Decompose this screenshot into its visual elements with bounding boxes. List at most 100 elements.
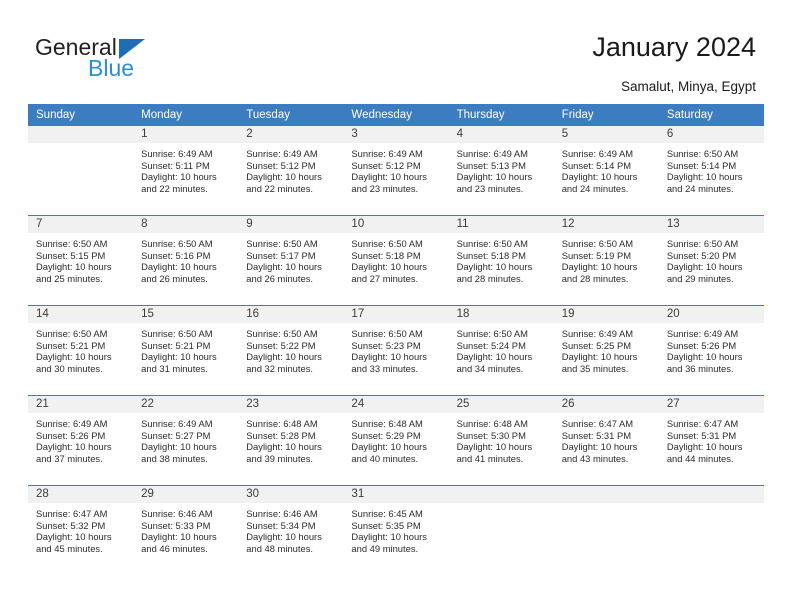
calendar-day-cell[interactable]: 15 Sunrise: 6:50 AM Sunset: 5:21 PM Dayligh… xyxy=(133,305,239,396)
calendar-day-cell[interactable]: 8 Sunrise: 6:50 AM Sunset: 5:16 PM Daylight… xyxy=(133,215,239,306)
daylight-text-line2: and 45 minutes. xyxy=(36,542,103,554)
calendar-day-cell[interactable]: 23 Sunrise: 6:48 AM Sunset: 5:28 PM Dayligh… xyxy=(238,395,344,486)
day-number: 16 xyxy=(238,306,344,323)
day-details: Sunrise: 6:50 AM Sunset: 5:18 PM Daylight:… xyxy=(449,233,554,284)
daylight-text-line1: Daylight: 10 hours xyxy=(141,171,217,183)
calendar-day-cell[interactable]: 18 Sunrise: 6:50 AM Sunset: 5:24 PM Dayligh… xyxy=(448,305,554,396)
sunset-text: Sunset: 5:28 PM xyxy=(246,429,316,441)
sunset-text: Sunset: 5:19 PM xyxy=(561,249,632,261)
day-cell-content: 9 Sunrise: 6:50 AM Sunset: 5:17 PM Daylight… xyxy=(238,216,344,305)
calendar-day-cell[interactable]: 22 Sunrise: 6:49 AM Sunset: 5:27 PM Dayligh… xyxy=(133,395,239,486)
calendar-day-cell[interactable]: 27 Sunrise: 6:47 AM Sunset: 5:31 PM Dayligh… xyxy=(658,395,764,486)
daylight-text-line1: Daylight: 10 hours xyxy=(36,531,112,543)
day-number: 23 xyxy=(238,396,344,413)
calendar-day-cell[interactable]: 31 Sunrise: 6:45 AM Sunset: 5:35 PM Dayligh… xyxy=(343,485,449,575)
calendar-day-cell[interactable]: 26 Sunrise: 6:47 AM Sunset: 5:31 PM Dayligh… xyxy=(553,395,659,486)
daylight-text-line2: and 31 minutes. xyxy=(141,362,208,374)
day-cell-content: 12 Sunrise: 6:50 AM Sunset: 5:19 PM Dayligh… xyxy=(553,216,659,305)
calendar-day-cell[interactable]: 21 Sunrise: 6:49 AM Sunset: 5:26 PM Dayligh… xyxy=(28,395,134,486)
day-cell-content: 15 Sunrise: 6:50 AM Sunset: 5:21 PM Dayligh… xyxy=(133,306,239,395)
calendar-week-row: 7 Sunrise: 6:50 AM Sunset: 5:15 PM Daylight… xyxy=(28,215,764,306)
day-cell-content: 21 Sunrise: 6:49 AM Sunset: 5:26 PM Dayligh… xyxy=(28,396,134,485)
sunrise-text: Sunrise: 6:50 AM xyxy=(36,328,108,339)
day-details: Sunrise: 6:48 AM Sunset: 5:29 PM Daylight:… xyxy=(343,413,448,464)
calendar-day-cell[interactable]: 13 Sunrise: 6:50 AM Sunset: 5:20 PM Dayligh… xyxy=(658,215,764,306)
sunset-text: Sunset: 5:23 PM xyxy=(351,339,421,351)
day-details: Sunrise: 6:49 AM Sunset: 5:26 PM Daylight:… xyxy=(659,323,764,374)
calendar-day-cell[interactable]: 20 Sunrise: 6:49 AM Sunset: 5:26 PM Dayligh… xyxy=(658,305,764,396)
calendar-day-cell[interactable] xyxy=(448,485,554,575)
calendar-day-cell[interactable] xyxy=(28,126,134,216)
day-cell-content: 19 Sunrise: 6:49 AM Sunset: 5:25 PM Dayligh… xyxy=(553,306,659,395)
daylight-text-line2: and 24 minutes. xyxy=(666,182,734,194)
day-cell-content: 1 Sunrise: 6:49 AM Sunset: 5:11 PM Daylight… xyxy=(133,126,239,215)
day-number xyxy=(553,486,659,503)
day-details: Sunrise: 6:47 AM Sunset: 5:31 PM Daylight:… xyxy=(554,413,659,464)
sunset-text: Sunset: 5:35 PM xyxy=(351,519,421,531)
day-number: 17 xyxy=(343,306,449,323)
calendar-day-cell[interactable] xyxy=(553,485,659,575)
sunrise-text: Sunrise: 6:49 AM xyxy=(36,418,108,429)
weekday-header-monday: Monday xyxy=(133,104,239,126)
generalblue-logo[interactable]: General Blue xyxy=(35,34,255,90)
day-number: 9 xyxy=(238,216,344,233)
daylight-text-line2: and 27 minutes. xyxy=(351,272,419,284)
calendar-day-cell[interactable]: 16 Sunrise: 6:50 AM Sunset: 5:22 PM Dayligh… xyxy=(238,305,344,396)
day-number: 5 xyxy=(553,126,659,143)
calendar-day-cell[interactable]: 11 Sunrise: 6:50 AM Sunset: 5:18 PM Dayligh… xyxy=(448,215,554,306)
sunset-text: Sunset: 5:21 PM xyxy=(141,339,211,351)
day-number xyxy=(28,126,134,143)
day-cell-content: 18 Sunrise: 6:50 AM Sunset: 5:24 PM Dayligh… xyxy=(448,306,554,395)
day-details: Sunrise: 6:49 AM Sunset: 5:13 PM Daylight:… xyxy=(449,143,554,194)
day-cell-content: 3 Sunrise: 6:49 AM Sunset: 5:12 PM Daylight… xyxy=(343,126,449,215)
calendar-day-cell[interactable]: 4 Sunrise: 6:49 AM Sunset: 5:13 PM Daylight… xyxy=(448,126,554,216)
calendar-day-cell[interactable]: 3 Sunrise: 6:49 AM Sunset: 5:12 PM Daylight… xyxy=(343,126,449,216)
day-number: 12 xyxy=(553,216,659,233)
day-details: Sunrise: 6:50 AM Sunset: 5:22 PM Daylight:… xyxy=(238,323,343,374)
daylight-text-line2: and 29 minutes. xyxy=(666,272,734,284)
calendar-day-cell[interactable]: 1 Sunrise: 6:49 AM Sunset: 5:11 PM Daylight… xyxy=(133,126,239,216)
day-number: 1 xyxy=(133,126,239,143)
calendar-day-cell[interactable]: 2 Sunrise: 6:49 AM Sunset: 5:12 PM Daylight… xyxy=(238,126,344,216)
sunrise-text: Sunrise: 6:50 AM xyxy=(456,328,528,339)
daylight-text-line1: Daylight: 10 hours xyxy=(246,351,322,363)
daylight-text-line1: Daylight: 10 hours xyxy=(246,171,322,183)
sunset-text: Sunset: 5:12 PM xyxy=(351,159,421,171)
daylight-text-line2: and 22 minutes. xyxy=(141,182,208,194)
calendar-day-cell[interactable]: 9 Sunrise: 6:50 AM Sunset: 5:17 PM Daylight… xyxy=(238,215,344,306)
sunset-text: Sunset: 5:18 PM xyxy=(351,249,421,261)
sunset-text: Sunset: 5:32 PM xyxy=(36,519,106,531)
daylight-text-line2: and 39 minutes. xyxy=(246,452,313,464)
calendar-day-cell[interactable]: 30 Sunrise: 6:46 AM Sunset: 5:34 PM Dayligh… xyxy=(238,485,344,575)
calendar-day-cell[interactable]: 7 Sunrise: 6:50 AM Sunset: 5:15 PM Daylight… xyxy=(28,215,134,306)
day-details: Sunrise: 6:48 AM Sunset: 5:28 PM Daylight:… xyxy=(238,413,343,464)
sunset-text: Sunset: 5:17 PM xyxy=(246,249,316,261)
calendar-day-cell[interactable]: 6 Sunrise: 6:50 AM Sunset: 5:14 PM Daylight… xyxy=(658,126,764,216)
calendar-day-cell[interactable]: 24 Sunrise: 6:48 AM Sunset: 5:29 PM Dayligh… xyxy=(343,395,449,486)
calendar-day-cell[interactable]: 17 Sunrise: 6:50 AM Sunset: 5:23 PM Dayligh… xyxy=(343,305,449,396)
daylight-text-line1: Daylight: 10 hours xyxy=(456,171,533,183)
sunset-text: Sunset: 5:31 PM xyxy=(561,429,632,441)
day-number: 8 xyxy=(133,216,239,233)
calendar-day-cell[interactable]: 28 Sunrise: 6:47 AM Sunset: 5:32 PM Dayligh… xyxy=(28,485,134,575)
sunrise-text: Sunrise: 6:49 AM xyxy=(666,328,739,339)
calendar-day-cell[interactable]: 10 Sunrise: 6:50 AM Sunset: 5:18 PM Dayligh… xyxy=(343,215,449,306)
calendar-day-cell[interactable]: 12 Sunrise: 6:50 AM Sunset: 5:19 PM Dayligh… xyxy=(553,215,659,306)
day-number: 25 xyxy=(448,396,554,413)
daylight-text-line1: Daylight: 10 hours xyxy=(666,351,743,363)
daylight-text-line1: Daylight: 10 hours xyxy=(141,441,217,453)
day-details: Sunrise: 6:48 AM Sunset: 5:30 PM Daylight:… xyxy=(449,413,554,464)
calendar-day-cell[interactable]: 19 Sunrise: 6:49 AM Sunset: 5:25 PM Dayligh… xyxy=(553,305,659,396)
calendar-day-cell[interactable]: 25 Sunrise: 6:48 AM Sunset: 5:30 PM Dayligh… xyxy=(448,395,554,486)
page-header: General Blue January 2024 Samalut, Minya… xyxy=(0,0,792,104)
sunrise-text: Sunrise: 6:50 AM xyxy=(456,238,528,249)
daylight-text-line1: Daylight: 10 hours xyxy=(141,531,217,543)
calendar-day-cell[interactable] xyxy=(658,485,764,575)
calendar-day-cell[interactable]: 5 Sunrise: 6:49 AM Sunset: 5:14 PM Daylight… xyxy=(553,126,659,216)
day-details: Sunrise: 6:49 AM Sunset: 5:12 PM Daylight:… xyxy=(343,143,448,194)
calendar-day-cell[interactable]: 29 Sunrise: 6:46 AM Sunset: 5:33 PM Dayligh… xyxy=(133,485,239,575)
day-cell-content xyxy=(658,486,764,575)
calendar-day-cell[interactable]: 14 Sunrise: 6:50 AM Sunset: 5:21 PM Dayligh… xyxy=(28,305,134,396)
day-details: Sunrise: 6:50 AM Sunset: 5:15 PM Daylight:… xyxy=(28,233,133,284)
daylight-text-line2: and 41 minutes. xyxy=(456,452,524,464)
